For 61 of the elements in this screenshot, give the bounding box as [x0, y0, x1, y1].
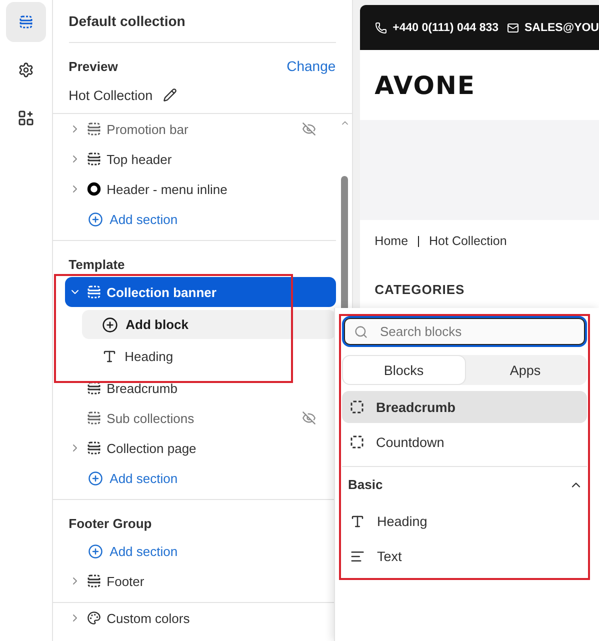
palette-icon	[86, 611, 101, 625]
footer-icon	[86, 574, 101, 588]
section-row[interactable]: Breadcrumb	[52, 373, 336, 403]
hidden-icon	[302, 411, 316, 425]
apps-icon	[18, 110, 34, 126]
breadcrumb-link[interactable]: Hot Collection	[429, 234, 507, 248]
section-row[interactable]: Footer	[52, 566, 336, 596]
email-address: SALES@YOU	[524, 22, 599, 34]
category-title: Basic	[348, 477, 383, 492]
settings-icon	[18, 62, 34, 78]
block-item[interactable]: Breadcrumb	[342, 391, 587, 423]
ring-icon	[86, 182, 101, 196]
section-icon	[86, 152, 101, 166]
tab[interactable]: Apps	[464, 356, 586, 384]
change-link[interactable]: Change	[286, 58, 336, 74]
section-icon	[86, 441, 101, 455]
breadcrumb-link[interactable]: Home	[374, 234, 408, 248]
paragraph-icon	[350, 548, 365, 564]
sections-icon	[18, 15, 33, 29]
section-icon	[86, 381, 101, 395]
section-row[interactable]: Sub collections	[52, 403, 336, 433]
section-row[interactable]: Top header	[52, 144, 336, 174]
section-row[interactable]: Collection banner	[64, 277, 336, 307]
section-row[interactable]: Header - menu inline	[52, 174, 336, 204]
add-block-button[interactable]: Add block	[82, 310, 336, 339]
block-item[interactable]: Countdown	[342, 426, 587, 458]
group-title: Template	[68, 256, 126, 274]
section-row[interactable]: Collection page	[52, 433, 336, 463]
preview-label: Preview	[68, 58, 118, 74]
plus-icon	[102, 316, 118, 332]
store-logo: AVONE	[374, 70, 476, 102]
block-row[interactable]: Heading	[82, 339, 336, 373]
tab[interactable]: Blocks	[343, 356, 464, 384]
sidebar-button[interactable]	[6, 2, 46, 42]
add-section-link[interactable]: Add section	[52, 536, 336, 566]
mail-icon	[506, 22, 519, 34]
add-section-link[interactable]: Add section	[52, 463, 336, 493]
section-row[interactable]: Custom colors	[52, 603, 336, 633]
hidden-icon	[302, 122, 316, 136]
block-item[interactable]: Text	[342, 540, 587, 572]
search-field[interactable]: Search blocks	[342, 316, 587, 347]
phone-number: +440 0(111) 044 833	[392, 22, 499, 34]
section-icon	[86, 411, 101, 425]
section-heading: CATEGORIES	[374, 281, 466, 297]
plus-icon	[88, 212, 103, 226]
block-icon	[350, 435, 364, 449]
block-item[interactable]: Heading	[342, 505, 587, 537]
section-row[interactable]: Promotion bar	[52, 114, 336, 144]
section-icon	[86, 122, 101, 136]
plus-icon	[88, 544, 103, 558]
plus-icon	[88, 470, 103, 486]
add-section-link[interactable]: Add section	[52, 204, 336, 234]
section-icon	[86, 285, 101, 299]
edit-icon[interactable]	[162, 88, 177, 102]
text-icon	[102, 348, 117, 364]
phone-icon	[374, 22, 387, 34]
block-icon	[350, 400, 364, 414]
panel-title: Default collection	[68, 0, 336, 43]
group-title: Footer Group	[68, 515, 153, 533]
text-icon	[350, 514, 365, 528]
preview-value: Hot Collection	[68, 88, 153, 102]
